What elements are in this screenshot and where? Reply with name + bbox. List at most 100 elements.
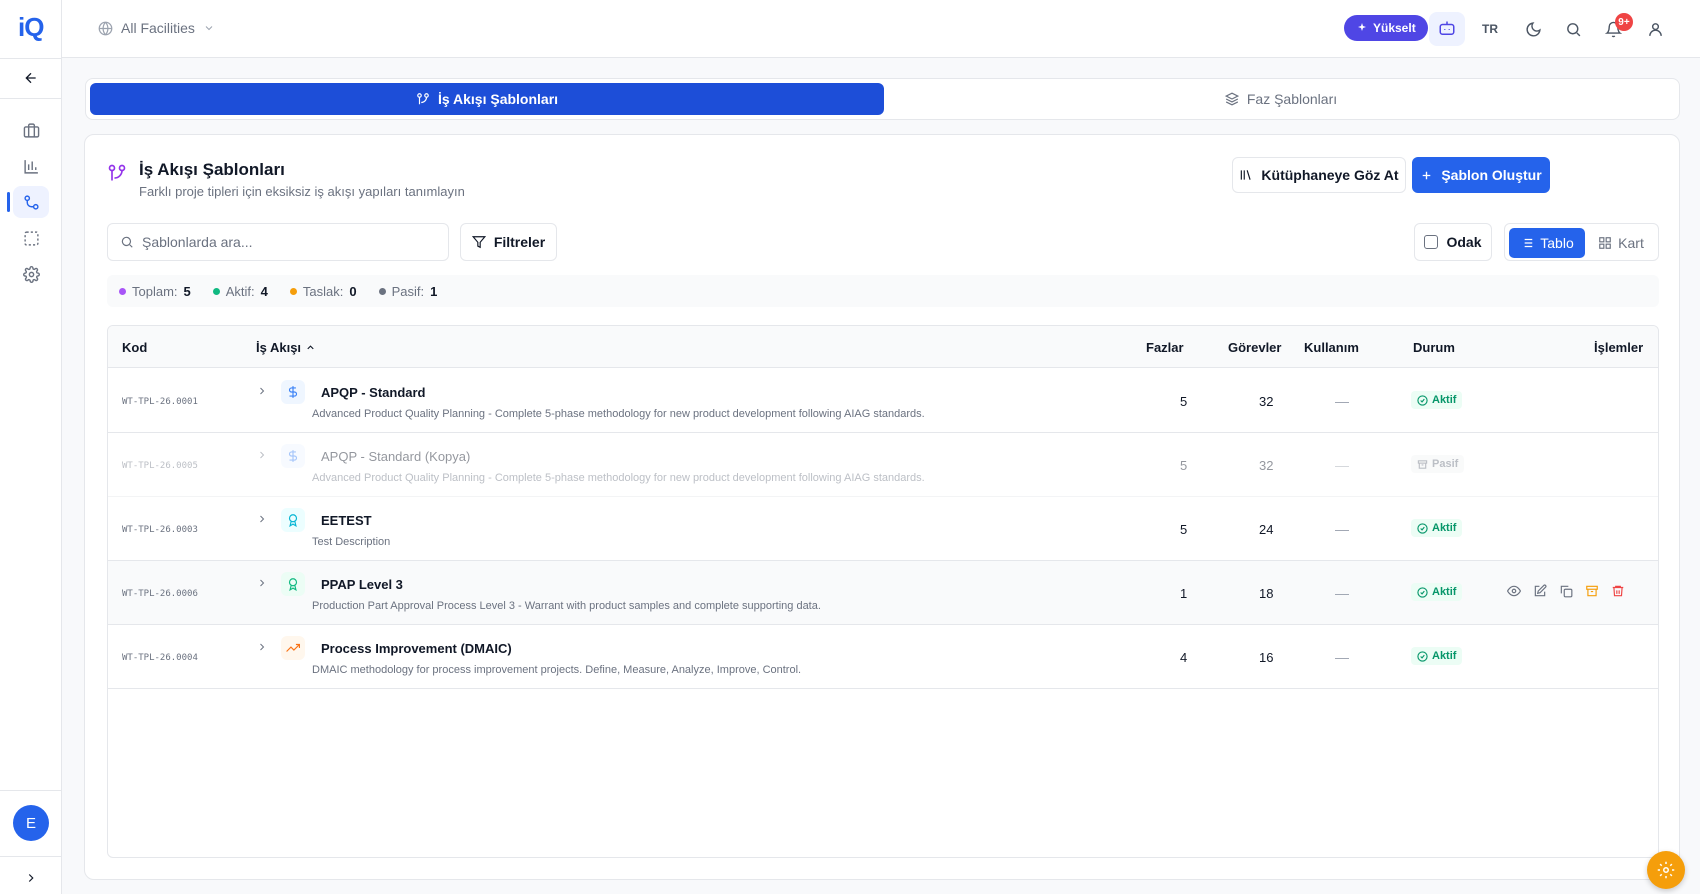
sidebar-item-settings[interactable] (13, 258, 49, 290)
stat-label: Toplam: (132, 283, 178, 299)
stat-total: Toplam: 5 (119, 284, 191, 299)
sidebar-item-workflows[interactable] (7, 186, 49, 218)
archive-icon (1586, 585, 1598, 597)
check-circle-icon (1417, 650, 1428, 662)
language-label: TR (1482, 22, 1498, 36)
archive-button[interactable] (1584, 583, 1600, 599)
status-badge: Aktif (1411, 583, 1463, 601)
expand-sidebar-button[interactable] (13, 862, 49, 894)
task-count: 32 (1259, 458, 1274, 473)
stat-label: Pasif: (391, 283, 425, 299)
column-usage[interactable]: Kullanım (1304, 340, 1359, 355)
award-icon (281, 572, 305, 596)
chevron-right-icon[interactable] (256, 449, 268, 461)
sidebar-item-reports[interactable] (13, 150, 49, 182)
facility-selector[interactable]: All Facilities (86, 12, 227, 44)
column-status[interactable]: Durum (1413, 340, 1455, 355)
workflow-name[interactable]: PPAP Level 3 (321, 577, 403, 592)
tab-workflow-templates[interactable]: İş Akışı Şablonları (90, 83, 884, 115)
layers-icon (1224, 92, 1239, 106)
workflow-name[interactable]: EETEST (321, 513, 372, 528)
stat-value: 0 (349, 283, 357, 299)
card-view-label: Kart (1618, 235, 1644, 251)
edit-button[interactable] (1532, 583, 1548, 599)
table-row[interactable]: WT-TPL-26.0006 PPAP Level 3 Production P… (108, 561, 1658, 625)
browse-library-label: Kütüphaneye Göz At (1261, 167, 1399, 183)
table-row[interactable]: WT-TPL-26.0005 APQP - Standard (Kopya) A… (108, 433, 1658, 497)
card-view-button[interactable]: Kart (1587, 228, 1655, 258)
stat-label: Aktif: (225, 283, 255, 299)
table-row[interactable]: WT-TPL-26.0004 Process Improvement (DMAI… (108, 625, 1658, 689)
template-code: WT-TPL-26.0003 (122, 525, 198, 535)
assistant-button[interactable] (1429, 12, 1465, 46)
create-template-button[interactable]: Şablon Oluştur (1412, 157, 1550, 193)
globe-icon (98, 21, 113, 35)
focus-toggle[interactable]: Odak (1414, 223, 1492, 261)
workflow-description: Test Description (312, 536, 391, 548)
phase-count: 5 (1180, 522, 1188, 537)
usage-value: — (1335, 585, 1349, 601)
chevron-right-icon[interactable] (256, 641, 268, 653)
chevron-right-icon[interactable] (256, 385, 268, 397)
tab-label: İş Akışı Şablonları (437, 91, 559, 107)
workflow-name[interactable]: APQP - Standard (Kopya) (321, 449, 470, 464)
view-button[interactable] (1506, 583, 1522, 599)
eye-icon (1507, 585, 1521, 597)
upgrade-button[interactable]: Yükselt (1344, 15, 1428, 41)
search-icon (121, 236, 133, 248)
stat-active: Aktif: 4 (212, 283, 268, 299)
sidebar-item-projects[interactable] (13, 114, 49, 146)
workflow-name[interactable]: APQP - Standard (321, 385, 426, 400)
delete-button[interactable] (1610, 583, 1626, 599)
workflow-icon (23, 194, 39, 210)
dashed-square-icon (23, 230, 39, 246)
notifications-button[interactable]: 9+ (1595, 12, 1633, 46)
back-button[interactable] (13, 62, 49, 94)
filters-label: Filtreler (493, 234, 546, 250)
archive-icon (1417, 459, 1428, 469)
table-view-button[interactable]: Tablo (1509, 228, 1585, 258)
floating-settings-button[interactable] (1647, 851, 1685, 889)
table-row[interactable]: WT-TPL-26.0001 APQP - Standard Advanced … (108, 369, 1658, 433)
workflow-name[interactable]: Process Improvement (DMAIC) (321, 641, 512, 656)
bar-chart-icon (23, 159, 38, 174)
workflow-description: DMAIC methodology for process improvemen… (312, 664, 802, 676)
phase-count: 1 (1180, 586, 1188, 601)
create-template-label: Şablon Oluştur (1441, 167, 1542, 183)
sidebar-item-selection[interactable] (13, 222, 49, 254)
tab-label: Faz Şablonları (1246, 91, 1338, 107)
sidebar: iQ E (0, 0, 62, 894)
language-switcher[interactable]: TR (1472, 12, 1508, 46)
browse-library-button[interactable]: Kütüphaneye Göz At (1232, 157, 1406, 193)
search-input[interactable] (142, 234, 432, 250)
status-label: Aktif (1432, 522, 1457, 534)
chevron-right-icon[interactable] (256, 577, 268, 589)
template-search[interactable] (107, 223, 449, 261)
table-view-label: Tablo (1540, 235, 1574, 251)
user-avatar[interactable]: E (13, 805, 49, 841)
column-code[interactable]: Kod (122, 340, 147, 355)
chevron-right-icon[interactable] (256, 513, 268, 525)
column-phases[interactable]: Fazlar (1146, 340, 1184, 355)
dollar-icon (281, 444, 305, 468)
tab-phase-templates[interactable]: Faz Şablonları (886, 83, 1676, 115)
workflow-description: Advanced Product Quality Planning - Comp… (312, 472, 925, 484)
sort-up-icon (307, 345, 314, 350)
column-workflow[interactable]: İş Akışı (256, 340, 316, 355)
profile-button[interactable] (1637, 12, 1673, 46)
column-tasks[interactable]: Görevler (1228, 340, 1281, 355)
app-logo[interactable]: iQ (18, 12, 44, 43)
phase-count: 5 (1180, 394, 1188, 409)
check-circle-icon (1417, 522, 1428, 534)
briefcase-icon (23, 122, 39, 138)
phase-count: 4 (1180, 650, 1188, 665)
table-row[interactable]: WT-TPL-26.0003 EETEST Test Description 5… (108, 497, 1658, 561)
duplicate-button[interactable] (1558, 583, 1574, 599)
focus-checkbox[interactable] (1424, 235, 1439, 249)
check-circle-icon (1417, 394, 1428, 406)
search-button[interactable] (1555, 12, 1591, 46)
filters-button[interactable]: Filtreler (460, 223, 557, 261)
template-stats: Toplam: 5 Aktif: 4 Taslak: 0 Pasif: 1 (107, 275, 1659, 307)
column-actions: İşlemler (1594, 340, 1644, 355)
theme-toggle[interactable] (1515, 12, 1551, 46)
